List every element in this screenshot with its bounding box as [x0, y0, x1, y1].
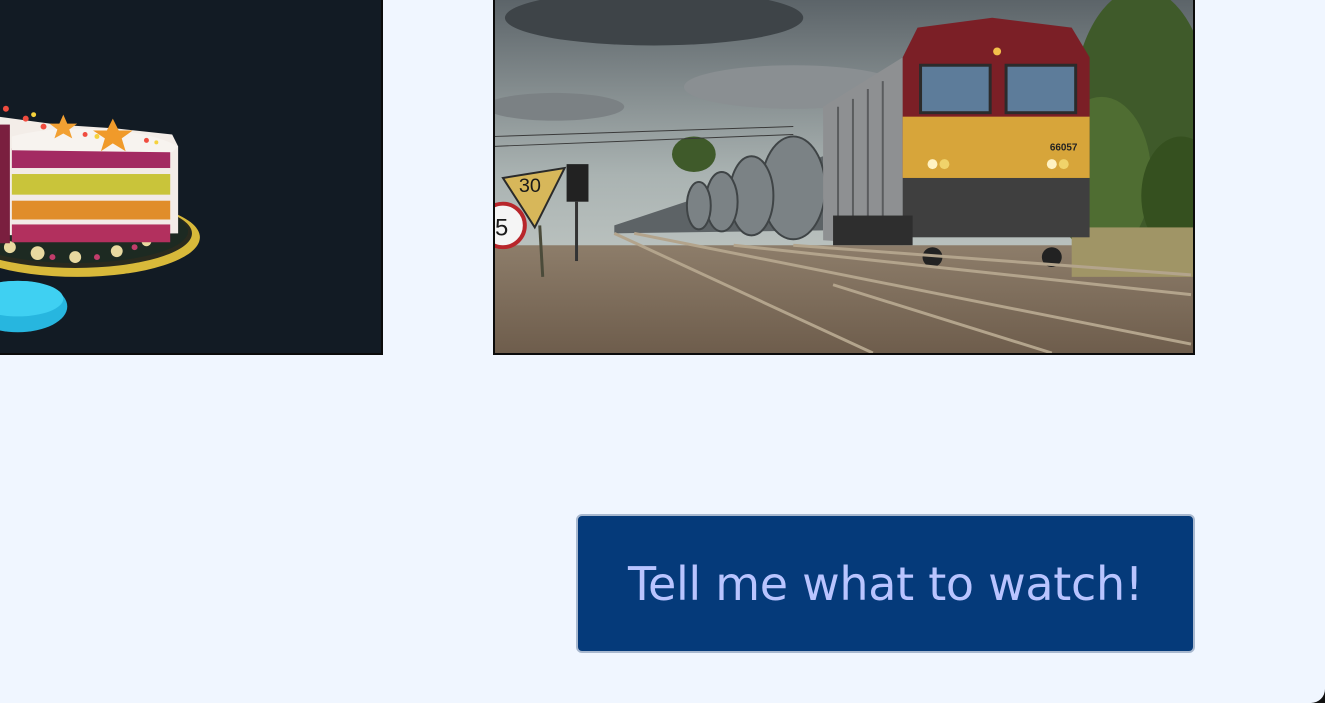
svg-text:30: 30 — [519, 175, 541, 197]
svg-text:66057: 66057 — [1050, 142, 1078, 153]
train-illustration: 66057 30 5 — [495, 0, 1193, 353]
cake-illustration — [0, 0, 381, 353]
svg-text:5: 5 — [495, 214, 508, 241]
train-image[interactable]: 66057 30 5 — [493, 0, 1195, 355]
page: 66057 30 5 Tell me what to watch! — [0, 0, 1325, 703]
tell-me-what-to-watch-button[interactable]: Tell me what to watch! — [576, 514, 1195, 653]
cake-image[interactable] — [0, 0, 383, 355]
